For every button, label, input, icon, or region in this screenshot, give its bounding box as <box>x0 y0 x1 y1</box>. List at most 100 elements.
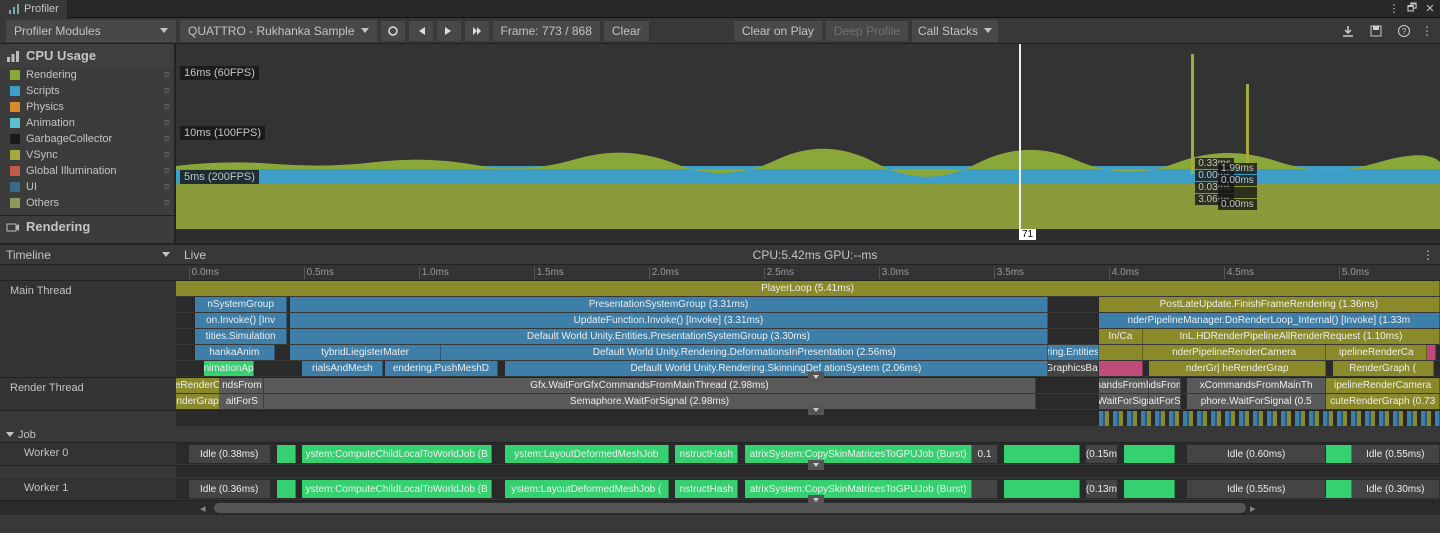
load-button[interactable] <box>1336 21 1360 41</box>
timeline-bar[interactable]: endering.PushMeshD <box>385 361 499 376</box>
drag-handle-icon[interactable]: ≡ <box>164 197 168 209</box>
category-scripts[interactable]: Scripts≡ <box>0 83 174 99</box>
timeline-bar[interactable] <box>1124 480 1175 498</box>
drag-handle-icon[interactable]: ≡ <box>164 117 168 129</box>
timeline-bar[interactable]: Default World Unity.Rendering.SkinningDe… <box>505 361 1049 376</box>
tab-profiler[interactable]: Profiler <box>0 0 67 18</box>
timeline-bar[interactable]: GraphicsBat <box>1048 361 1099 376</box>
drag-handle-icon[interactable]: ≡ <box>164 69 168 81</box>
timeline-bar[interactable]: nderGr| heRenderGrap <box>1149 361 1326 376</box>
timeline-bar[interactable]: mandsFromM <box>1099 378 1150 393</box>
timeline-bar[interactable]: beRenderCa <box>176 378 220 393</box>
timeline-bar[interactable]: tities.Simulation <box>195 329 287 344</box>
timeline-bar[interactable]: aitForS <box>220 394 264 409</box>
target-dropdown[interactable]: QUATTRO - Rukhanka Sample <box>180 20 377 42</box>
restore-icon[interactable]: 🗗 <box>1404 1 1420 17</box>
prev-frame-button[interactable] <box>409 21 433 41</box>
scroll-right-icon[interactable]: ▸ <box>1250 502 1260 515</box>
timeline-bar[interactable]: ystem:LayoutDeformedMeshJob ( <box>505 480 669 498</box>
frame-indicator[interactable]: Frame: 773 / 868 <box>493 21 600 41</box>
timeline-bar[interactable]: cuteRenderGraph (0.73 <box>1326 394 1440 409</box>
timeline-bar[interactable]: nSystemGroup <box>195 297 287 312</box>
drag-handle-icon[interactable]: ≡ <box>164 165 168 177</box>
timeline-bar[interactable] <box>1326 445 1351 463</box>
timeline-bar[interactable]: nderPipelineManager.DoRenderLoop_Interna… <box>1099 313 1440 328</box>
timeline-bar[interactable] <box>1326 480 1351 498</box>
record-button[interactable] <box>381 21 405 41</box>
timeline-bar[interactable]: Default World Unity.Entities.Presentatio… <box>290 329 1048 344</box>
timeline-bar[interactable]: on.Invoke() [Inv <box>195 313 287 328</box>
help-button[interactable]: ? <box>1392 21 1416 41</box>
timeline-bar[interactable] <box>972 480 997 498</box>
timeline-bar[interactable]: RenderGraph ( <box>1333 361 1434 376</box>
expand-toggle[interactable] <box>808 495 824 505</box>
timeline-bar[interactable] <box>277 480 296 498</box>
category-global illumination[interactable]: Global Illumination≡ <box>0 163 174 179</box>
timeline-bar[interactable]: rialsAndMesh <box>302 361 383 376</box>
timeline-bar[interactable]: xCommandsFromMainTh <box>1187 378 1326 393</box>
timeline-bar[interactable] <box>1004 480 1080 498</box>
live-button[interactable]: Live <box>176 248 214 262</box>
timeline-bar[interactable]: PlayerLoop (5.41ms) <box>176 281 1440 296</box>
cpu-chart[interactable]: 16ms (60FPS) 10ms (100FPS) 5ms (200FPS) … <box>176 44 1440 243</box>
drag-handle-icon[interactable]: ≡ <box>164 85 168 97</box>
close-icon[interactable]: ✕ <box>1422 1 1438 17</box>
drag-handle-icon[interactable]: ≡ <box>164 181 168 193</box>
category-ui[interactable]: UI≡ <box>0 179 174 195</box>
category-others[interactable]: Others≡ <box>0 195 174 211</box>
timeline-bar[interactable]: Idle (0.30ms) <box>1352 480 1440 498</box>
save-button[interactable] <box>1364 21 1388 41</box>
timeline-bar[interactable]: ystem:LayoutDeformedMeshJob <box>505 445 669 463</box>
timeline-bar[interactable]: PresentationSystemGroup (3.31ms) <box>290 297 1048 312</box>
timeline-bar[interactable]: nstructHash <box>675 480 738 498</box>
clear-button[interactable]: Clear <box>604 21 649 41</box>
timeline-bar[interactable]: Idle (0.55ms) <box>1187 480 1326 498</box>
timeline-bar[interactable]: Idle (0.36ms) <box>189 480 271 498</box>
deep-profile-button[interactable]: Deep Profile <box>826 21 908 41</box>
timeline-bar[interactable]: InL.HDRenderPipelineAllRenderRequest (1.… <box>1143 329 1440 344</box>
context-menu-button[interactable]: ⋮ <box>1420 21 1434 41</box>
timeline-bar[interactable]: ystem:ComputeChildLocalToWorldJob (B <box>302 445 492 463</box>
timeline-bar[interactable]: PostLateUpdate.FinishFrameRendering (1.3… <box>1099 297 1440 312</box>
expand-toggle[interactable] <box>808 405 824 415</box>
scroll-left-icon[interactable]: ◂ <box>200 502 210 515</box>
timeline-bar[interactable]: enderGraph <box>176 394 220 409</box>
timeline-bar[interactable]: ipelineRenderCamera <box>1326 378 1440 393</box>
scrollbar-thumb[interactable] <box>214 503 1246 513</box>
timeline-bar[interactable]: ipelineRenderCa <box>1326 345 1427 360</box>
category-garbagecollector[interactable]: GarbageCollector≡ <box>0 131 174 147</box>
call-stacks-dropdown[interactable]: Call Stacks <box>912 20 998 42</box>
drag-handle-icon[interactable]: ≡ <box>164 149 168 161</box>
timeline-bar[interactable]: UpdateFunction.Invoke() [Invoke] (3.31ms… <box>290 313 1048 328</box>
timeline-bar[interactable]: Gfx.WaitForGfxCommandsFromMainThread (2.… <box>264 378 1035 393</box>
horizontal-scrollbar[interactable]: ◂ ▸ <box>0 501 1440 515</box>
timeline-bar[interactable] <box>1099 345 1143 360</box>
timeline-bar[interactable]: Idle (0.55ms) <box>1352 445 1440 463</box>
timeline-bar[interactable]: In/Ca <box>1099 329 1143 344</box>
category-animation[interactable]: Animation≡ <box>0 115 174 131</box>
timeline-bar[interactable]: Default World Unity.Rendering.Deformatio… <box>441 345 1048 360</box>
timeline-bar[interactable]: phore.WaitForSignal (0.5 <box>1187 394 1326 409</box>
timeline-bar[interactable]: nstructHash <box>675 445 738 463</box>
next-frame-button[interactable] <box>437 21 461 41</box>
menu-icon[interactable]: ⋮ <box>1386 1 1402 17</box>
timeline-bar[interactable]: nimationAp <box>204 361 255 376</box>
timeline-ruler[interactable]: 0.0ms0.5ms1.0ms1.5ms2.0ms2.5ms3.0ms3.5ms… <box>0 265 1440 281</box>
timeline-bar[interactable]: tybridLiegisterMater <box>290 345 442 360</box>
timeline-bar[interactable]: ring.Entities <box>1048 345 1099 360</box>
timeline-bar[interactable] <box>1099 361 1143 376</box>
expand-toggle[interactable] <box>808 372 824 382</box>
category-physics[interactable]: Physics≡ <box>0 99 174 115</box>
timeline-bar[interactable]: (0.13m <box>1086 480 1118 498</box>
timeline-bar[interactable]: Idle (0.38ms) <box>189 445 271 463</box>
chart-playhead[interactable] <box>1019 44 1021 243</box>
timeline-bar[interactable]: 0.1 <box>972 445 997 463</box>
timeline-bar[interactable] <box>277 445 296 463</box>
timeline-bar[interactable]: Semaphore.WaitForSignal (2.98ms) <box>264 394 1035 409</box>
profiler-modules-dropdown[interactable]: Profiler Modules <box>6 20 176 42</box>
timeline-bar[interactable]: aitForS <box>1149 394 1181 409</box>
timeline-menu-button[interactable]: ⋮ <box>1416 248 1440 262</box>
cpu-usage-header[interactable]: CPU Usage <box>0 44 174 67</box>
expand-toggle[interactable] <box>808 460 824 470</box>
timeline-mode-dropdown[interactable]: Timeline <box>6 248 51 262</box>
